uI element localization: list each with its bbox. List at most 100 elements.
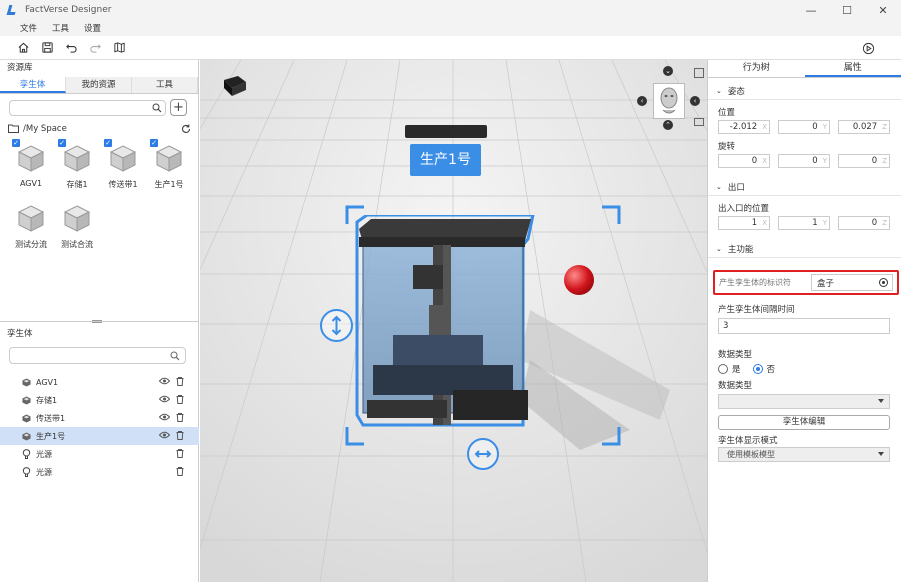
menu-bar: 文件 工具 设置 bbox=[0, 20, 901, 36]
io-y-field[interactable]: 1Y bbox=[778, 216, 830, 230]
cube-icon bbox=[63, 205, 91, 232]
twin-list-item[interactable]: 存储1 bbox=[0, 391, 199, 409]
twin-identifier-label: 产生孪生体的标识符 bbox=[719, 278, 791, 287]
rotation-z-field[interactable]: 0Z bbox=[838, 154, 890, 168]
folder-icon bbox=[8, 124, 19, 133]
close-button[interactable]: ✕ bbox=[865, 0, 901, 20]
asset-item[interactable]: ✓ 生产1号 bbox=[146, 139, 192, 199]
interval-label: 产生孪生体间隔时间 bbox=[718, 305, 795, 315]
chevron-down-icon: ⌄ bbox=[716, 86, 722, 95]
twin-list-item[interactable]: 光源 bbox=[0, 463, 199, 481]
checkbox-checked-icon[interactable]: ✓ bbox=[12, 139, 20, 147]
field-value: 0 bbox=[812, 156, 818, 166]
position-x-field[interactable]: -2.012 X bbox=[718, 120, 770, 134]
asset-item[interactable]: 测试分流 bbox=[8, 199, 54, 259]
search-icon bbox=[152, 103, 162, 112]
position-y-field[interactable]: 0Y bbox=[778, 120, 830, 134]
map-icon[interactable] bbox=[112, 41, 126, 55]
target-select-icon[interactable] bbox=[879, 278, 888, 287]
field-value: 0 bbox=[812, 122, 818, 132]
display-mode-dropdown[interactable]: 使用模板模型 bbox=[718, 447, 890, 462]
twin-label: 生产1号 bbox=[36, 431, 66, 441]
twin-identifier-row: 产生孪生体的标识符 盒子 bbox=[713, 270, 899, 295]
twin-label: 存储1 bbox=[36, 395, 58, 405]
search-icon bbox=[170, 351, 180, 361]
field-value: 1 bbox=[812, 218, 818, 228]
main-function-section-header[interactable]: ⌄ 主功能 bbox=[708, 240, 901, 258]
rotation-y-field[interactable]: 0Y bbox=[778, 154, 830, 168]
tab-behavior-tree[interactable]: 行为树 bbox=[708, 60, 805, 77]
eye-icon[interactable] bbox=[159, 431, 170, 439]
radio-no-label: 否 bbox=[766, 365, 776, 375]
trash-icon[interactable] bbox=[176, 413, 184, 422]
home-icon[interactable] bbox=[16, 41, 30, 55]
resource-tabs: 孪生体 我的资源 工具 bbox=[0, 77, 198, 94]
3d-viewport[interactable]: ⌄ ‹ ‹ ⌃ 生产1号 bbox=[200, 60, 707, 582]
menu-tools[interactable]: 工具 bbox=[52, 22, 69, 34]
radio-no[interactable] bbox=[752, 364, 763, 374]
twin-edit-button[interactable]: 孪生体编辑 bbox=[718, 415, 890, 430]
redo-icon[interactable] bbox=[88, 41, 102, 55]
minimize-button[interactable]: — bbox=[793, 0, 829, 20]
trash-icon[interactable] bbox=[176, 449, 184, 458]
trash-icon[interactable] bbox=[176, 395, 184, 404]
io-z-field[interactable]: 0Z bbox=[838, 216, 890, 230]
position-z-field[interactable]: 0.027 Z bbox=[838, 120, 890, 134]
asset-item[interactable]: 测试合流 bbox=[54, 199, 100, 259]
tab-twins[interactable]: 孪生体 bbox=[0, 77, 66, 93]
rotation-x-field[interactable]: 0X bbox=[718, 154, 770, 168]
eye-icon[interactable] bbox=[159, 413, 170, 421]
tab-my-resources[interactable]: 我的资源 bbox=[66, 77, 132, 93]
dropdown-value: 使用模板模型 bbox=[727, 450, 775, 459]
cube-icon bbox=[22, 413, 31, 423]
asset-item[interactable]: ✓ AGV1 bbox=[8, 139, 54, 199]
axis-label: Y bbox=[822, 123, 827, 131]
chevron-down-icon: ⌄ bbox=[716, 244, 722, 253]
eye-icon[interactable] bbox=[159, 395, 170, 403]
undo-icon[interactable] bbox=[64, 41, 78, 55]
menu-settings[interactable]: 设置 bbox=[84, 22, 101, 34]
field-value: 1 bbox=[751, 218, 758, 228]
twin-list-item[interactable]: AGV1 bbox=[0, 373, 199, 391]
tab-properties[interactable]: 属性 bbox=[804, 60, 901, 77]
move-vertical-handle-icon[interactable] bbox=[320, 309, 353, 342]
checkbox-checked-icon[interactable]: ✓ bbox=[58, 139, 66, 147]
add-resource-button[interactable]: + bbox=[170, 99, 187, 116]
refresh-icon[interactable] bbox=[181, 124, 191, 134]
panel-splitter[interactable] bbox=[0, 320, 199, 324]
title-bar: FactVerse Designer — ☐ ✕ bbox=[0, 0, 901, 20]
tab-tools[interactable]: 工具 bbox=[132, 77, 198, 93]
asset-item[interactable]: ✓ 传送带1 bbox=[100, 139, 146, 199]
pose-section-header[interactable]: ⌄ 姿态 bbox=[708, 82, 901, 100]
twin-identifier-field[interactable]: 盒子 bbox=[811, 274, 893, 291]
twin-list-item[interactable]: 传送带1 bbox=[0, 409, 199, 427]
play-icon[interactable] bbox=[861, 41, 875, 55]
trash-icon[interactable] bbox=[176, 467, 184, 476]
twin-label: 光源 bbox=[36, 467, 52, 477]
twin-list-item[interactable]: 生产1号 bbox=[0, 427, 199, 445]
trash-icon[interactable] bbox=[176, 377, 184, 386]
trash-icon[interactable] bbox=[176, 431, 184, 440]
twin-search-input[interactable] bbox=[9, 347, 186, 364]
twin-label: 传送带1 bbox=[36, 413, 66, 423]
exit-section-header[interactable]: ⌄ 出口 bbox=[708, 178, 901, 196]
rotate-handle-icon[interactable] bbox=[467, 438, 499, 470]
twin-list-item[interactable]: 光源 bbox=[0, 445, 199, 463]
checkbox-checked-icon[interactable]: ✓ bbox=[150, 139, 158, 147]
data-type-2-label: 数据类型 bbox=[718, 381, 753, 391]
maximize-button[interactable]: ☐ bbox=[829, 0, 865, 20]
cube-icon bbox=[22, 431, 31, 441]
right-tabs: 行为树 属性 bbox=[708, 60, 901, 78]
menu-file[interactable]: 文件 bbox=[20, 22, 37, 34]
save-icon[interactable] bbox=[40, 41, 54, 55]
eye-icon[interactable] bbox=[159, 377, 170, 385]
checkbox-checked-icon[interactable]: ✓ bbox=[104, 139, 112, 147]
interval-input[interactable]: 3 bbox=[718, 318, 890, 334]
data-type-dropdown[interactable] bbox=[718, 394, 890, 409]
asset-item[interactable]: ✓ 存储1 bbox=[54, 139, 100, 199]
production-machine-model bbox=[355, 215, 535, 427]
radio-yes[interactable] bbox=[718, 364, 728, 374]
resource-search-input[interactable] bbox=[9, 99, 166, 116]
io-x-field[interactable]: 1X bbox=[718, 216, 770, 230]
asset-label: 生产1号 bbox=[154, 180, 184, 189]
